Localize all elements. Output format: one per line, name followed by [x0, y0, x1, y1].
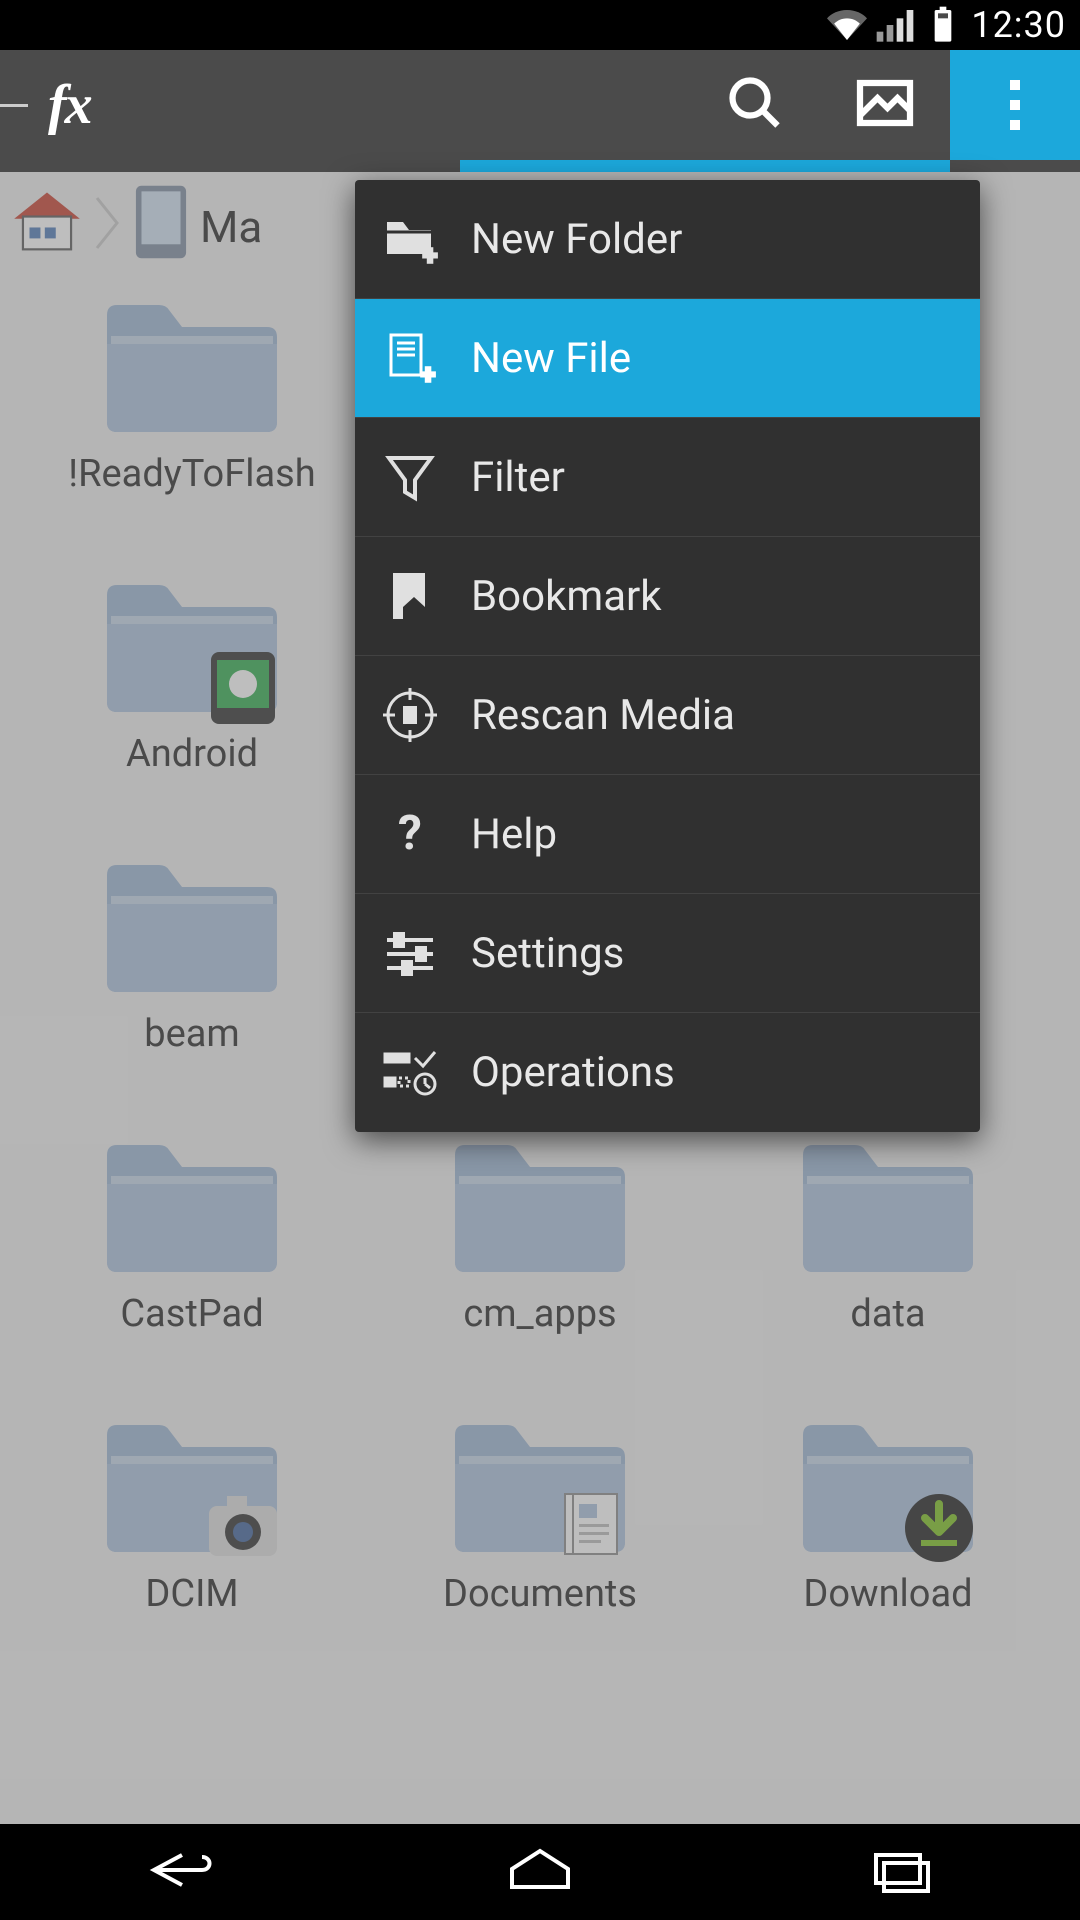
overflow-menu-button[interactable] [950, 50, 1080, 160]
drawer-hint-icon [0, 104, 28, 107]
app-logo: fx [48, 73, 91, 137]
svg-text:+: + [421, 360, 435, 387]
more-vertical-icon [1010, 80, 1020, 130]
menu-item-help[interactable]: ? Help [355, 775, 980, 894]
svg-text:?: ? [398, 805, 422, 861]
menu-item-label: Operations [471, 1048, 675, 1097]
gallery-button[interactable] [820, 50, 950, 160]
overflow-menu: + New Folder + New File Filter Bookmark Rescan… [355, 180, 980, 1132]
status-time: 12:30 [971, 4, 1066, 46]
recents-button[interactable] [858, 1845, 942, 1899]
menu-item-label: Help [471, 810, 557, 859]
home-nav-icon [498, 1845, 582, 1895]
image-icon [855, 73, 915, 137]
app-action-bar: fx [0, 50, 1080, 160]
tab-indicator-strip [0, 160, 1080, 172]
recents-icon [858, 1845, 942, 1895]
svg-text:+: + [423, 241, 437, 268]
bookmark-icon [381, 567, 439, 625]
search-icon [725, 73, 785, 137]
menu-item-label: Rescan Media [471, 691, 735, 740]
settings-sliders-icon [381, 924, 439, 982]
menu-item-label: New File [471, 334, 631, 383]
menu-item-label: Settings [471, 929, 624, 978]
menu-item-label: Filter [471, 453, 565, 502]
funnel-icon [381, 448, 439, 506]
folder-plus-icon: + [381, 210, 439, 268]
menu-item-bookmark[interactable]: Bookmark [355, 537, 980, 656]
file-plus-icon: + [381, 329, 439, 387]
operations-icon [381, 1044, 439, 1102]
nav-drawer-toggle[interactable]: fx [0, 73, 91, 137]
help-icon: ? [381, 805, 439, 863]
battery-icon [923, 5, 963, 45]
back-button[interactable] [138, 1845, 222, 1899]
menu-item-label: Bookmark [471, 572, 662, 621]
menu-item-label: New Folder [471, 215, 682, 264]
wifi-icon [827, 5, 867, 45]
back-icon [138, 1845, 222, 1895]
menu-item-new-file[interactable]: + New File [355, 299, 980, 418]
cell-signal-icon [875, 5, 915, 45]
menu-item-operations[interactable]: Operations [355, 1013, 980, 1132]
menu-item-settings[interactable]: Settings [355, 894, 980, 1013]
menu-item-rescan-media[interactable]: Rescan Media [355, 656, 980, 775]
search-button[interactable] [690, 50, 820, 160]
home-button[interactable] [498, 1845, 582, 1899]
menu-item-new-folder[interactable]: + New Folder [355, 180, 980, 299]
rescan-media-icon [381, 686, 439, 744]
menu-item-filter[interactable]: Filter [355, 418, 980, 537]
status-bar: 12:30 [0, 0, 1080, 50]
system-nav-bar [0, 1824, 1080, 1920]
